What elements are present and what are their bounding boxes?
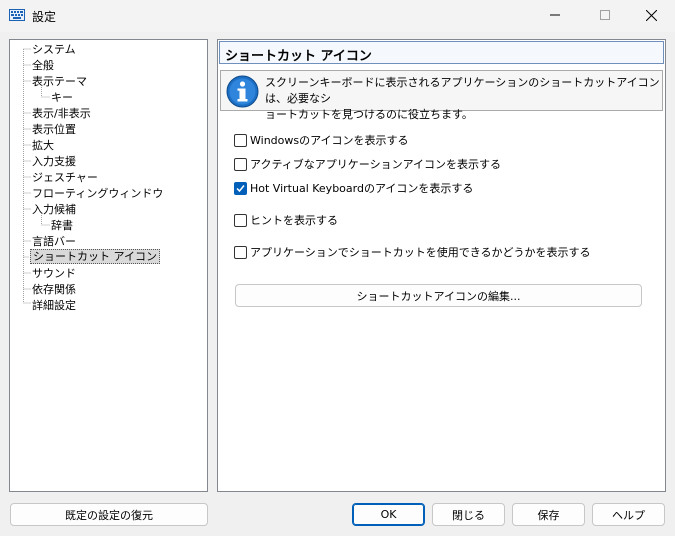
option-label: アプリケーションでショートカットを使用できるかどうかを表示する [250, 246, 591, 259]
option-show-hints[interactable]: ヒントを表示する [234, 212, 338, 228]
info-text: スクリーンキーボードに表示されるアプリケーションのショートカットアイコンは、必要… [265, 75, 660, 123]
minimize-icon [550, 14, 560, 16]
save-button[interactable]: 保存 [512, 503, 585, 526]
window-title: 設定 [32, 10, 57, 24]
keyboard-icon [9, 9, 25, 21]
tree-item-gestures[interactable]: ジェスチャー [32, 170, 98, 185]
info-icon [226, 75, 259, 108]
close-window-button[interactable] [628, 0, 674, 30]
settings-tree[interactable]: システム 全般 表示テーマ キー 表示/非表示 表示位置 拡大 入力支援 ジェス… [9, 39, 208, 492]
help-button[interactable]: ヘルプ [592, 503, 665, 526]
checkbox-show-shortcut-availability[interactable] [234, 245, 247, 259]
page-title: ショートカット アイコン [225, 49, 372, 64]
checkbox-show-windows-icon[interactable] [234, 133, 247, 147]
close-button[interactable]: 閉じる [432, 503, 505, 526]
tree-item-system[interactable]: システム [32, 42, 76, 57]
tree-item-floating-window[interactable]: フローティングウィンドウ [32, 186, 163, 201]
edit-shortcut-icons-button[interactable]: ショートカットアイコンの編集... [235, 284, 642, 307]
tree-item-shortcut-icons[interactable]: ショートカット アイコン [30, 249, 160, 264]
info-text-line-2: ョートカットを見つけるのに役立ちます。 [265, 108, 473, 121]
checkbox-show-active-app-icon[interactable] [234, 157, 247, 171]
tree-item-suggestions[interactable]: 入力候補 [32, 202, 76, 217]
option-show-hvk-icon[interactable]: Hot Virtual Keyboardのアイコンを表示する [234, 180, 473, 196]
close-icon [645, 9, 657, 21]
tree-item-language-bar[interactable]: 言語バー [32, 234, 76, 249]
checkbox-show-hvk-icon[interactable] [234, 181, 247, 195]
option-label: ヒントを表示する [250, 214, 338, 227]
ok-button[interactable]: OK [352, 503, 425, 526]
maximize-button[interactable] [582, 0, 628, 30]
tree-item-dictionary[interactable]: 辞書 [51, 218, 73, 233]
option-label: Hot Virtual Keyboardのアイコンを表示する [250, 182, 474, 195]
tree-item-keys[interactable]: キー [51, 90, 73, 105]
option-show-shortcut-availability[interactable]: アプリケーションでショートカットを使用できるかどうかを表示する [234, 244, 591, 260]
tree-item-advanced[interactable]: 詳細設定 [32, 298, 76, 313]
checkbox-show-hints[interactable] [234, 213, 247, 227]
tree-item-general[interactable]: 全般 [32, 58, 54, 73]
maximize-icon [600, 10, 610, 20]
content-panel: ショートカット アイコン スクリーンキーボードに表示されるアプリケーションのショ… [217, 39, 666, 492]
tree-item-input-assist[interactable]: 入力支援 [32, 154, 76, 169]
option-show-active-app-icon[interactable]: アクティブなアプリケーションアイコンを表示する [234, 156, 501, 172]
info-box: スクリーンキーボードに表示されるアプリケーションのショートカットアイコンは、必要… [220, 70, 663, 121]
restore-defaults-button[interactable]: 既定の設定の復元 [10, 503, 208, 526]
tree-item-sound[interactable]: サウンド [32, 266, 76, 281]
tree-item-zoom[interactable]: 拡大 [32, 138, 54, 153]
tree-item-show-hide[interactable]: 表示/非表示 [32, 106, 91, 121]
tree-item-display-theme[interactable]: 表示テーマ [32, 74, 87, 89]
tree-item-position[interactable]: 表示位置 [32, 122, 76, 137]
info-text-line-1: スクリーンキーボードに表示されるアプリケーションのショートカットアイコンは、必要… [265, 76, 660, 105]
option-label: Windowsのアイコンを表示する [250, 134, 409, 147]
title-bar: 設定 [0, 0, 675, 32]
section-header: ショートカット アイコン [219, 41, 664, 64]
tree-item-dependencies[interactable]: 依存関係 [32, 282, 76, 297]
minimize-button[interactable] [532, 0, 578, 30]
option-show-windows-icon[interactable]: Windowsのアイコンを表示する [234, 132, 409, 148]
option-label: アクティブなアプリケーションアイコンを表示する [250, 158, 502, 171]
checkmark-icon [236, 184, 245, 192]
